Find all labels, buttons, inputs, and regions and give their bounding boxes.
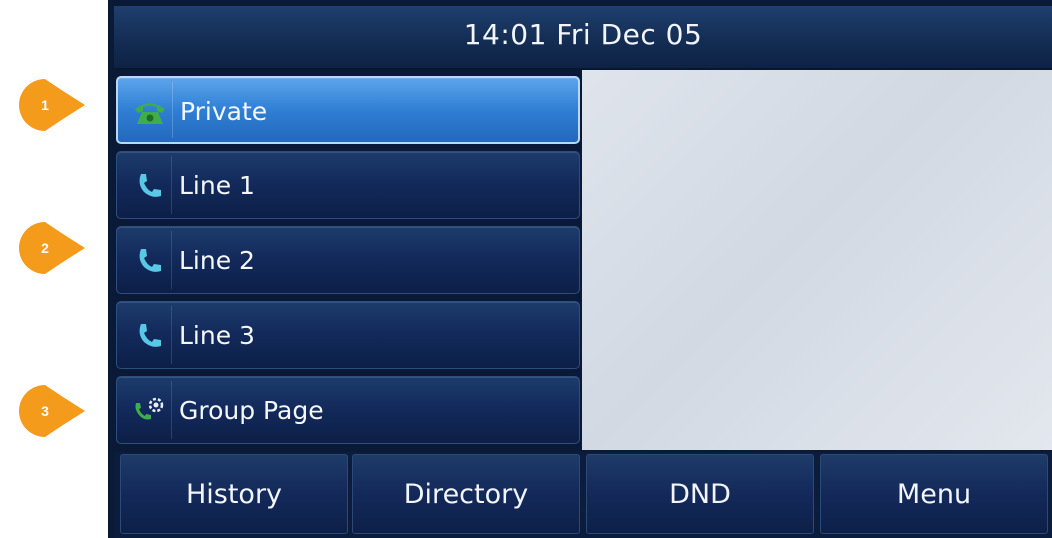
key-separator xyxy=(172,82,173,138)
dnd-softkey[interactable]: DND xyxy=(586,454,814,534)
clock: 14:01 Fri Dec 05 xyxy=(463,18,703,51)
callout-marker-1: 1 xyxy=(19,79,85,131)
key-separator xyxy=(171,231,172,289)
line-key-private[interactable]: Private xyxy=(116,76,580,144)
callout-number: 1 xyxy=(41,97,49,113)
handset-icon xyxy=(131,169,167,203)
history-softkey[interactable]: History xyxy=(120,454,348,534)
callout-marker-2: 2 xyxy=(19,222,85,274)
line-key-label: Group Page xyxy=(179,396,324,425)
line-key-line-3[interactable]: Line 3 xyxy=(116,301,580,369)
line-key-label: Line 3 xyxy=(179,321,255,350)
softkey-bar: History Directory DND Menu xyxy=(114,452,1052,538)
directory-softkey[interactable]: Directory xyxy=(352,454,580,534)
handset-icon xyxy=(131,319,167,353)
phone-screen: 14:01 Fri Dec 05 Private Line 1 Line 2 L… xyxy=(108,0,1052,538)
line-key-label: Line 1 xyxy=(179,171,255,200)
callout-number: 2 xyxy=(41,240,49,256)
line-key-line-1[interactable]: Line 1 xyxy=(116,151,580,219)
handset-icon xyxy=(131,244,167,278)
status-bar: 14:01 Fri Dec 05 xyxy=(114,6,1052,70)
callout-number: 3 xyxy=(41,403,49,419)
menu-softkey[interactable]: Menu xyxy=(820,454,1048,534)
paging-icon xyxy=(131,394,167,428)
line-key-label: Line 2 xyxy=(179,246,255,275)
callout-marker-3: 3 xyxy=(19,385,85,437)
key-separator xyxy=(171,156,172,214)
line-key-label: Private xyxy=(180,97,268,126)
key-separator xyxy=(171,306,172,364)
registered-line-icon xyxy=(132,95,168,129)
line-key-line-2[interactable]: Line 2 xyxy=(116,226,580,294)
line-key-group-page[interactable]: Group Page xyxy=(116,376,580,444)
idle-background xyxy=(582,70,1052,450)
key-separator xyxy=(171,381,172,439)
